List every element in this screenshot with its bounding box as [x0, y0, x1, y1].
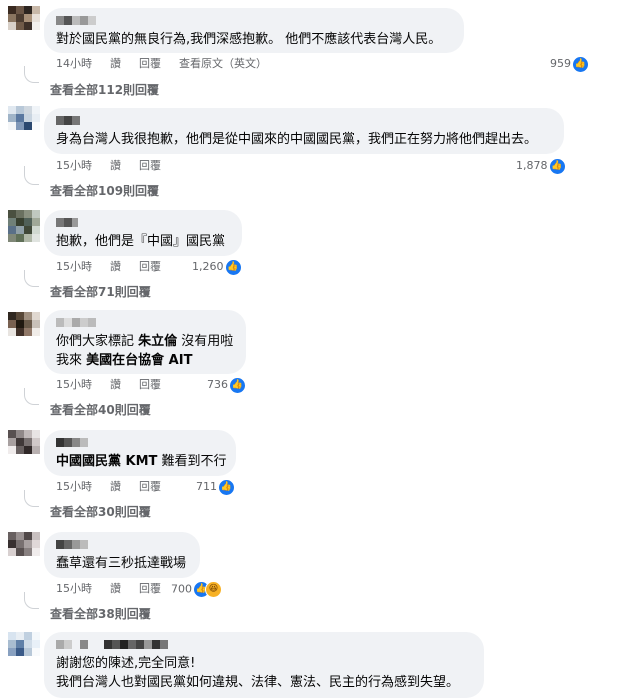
thread-connector [24, 592, 39, 609]
reply-button[interactable]: 回覆 [139, 57, 161, 70]
reaction-count[interactable]: 1,260 👍 [192, 259, 241, 275]
like-button[interactable]: 讚 [110, 480, 121, 493]
thread-connector [24, 388, 39, 405]
tagged-page[interactable]: 中國國民黨 KMT [56, 454, 157, 469]
comment-bubble: 你們大家標記 朱立倫 沒有用啦 我來 美國在台協會 AIT [44, 310, 246, 374]
avatar[interactable] [8, 532, 40, 564]
comment-bubble: 身為台灣人我很抱歉，他們是從中國來的中國國民黨，我們正在努力將他們趕出去。 [44, 108, 564, 154]
haha-icon: 😆 [205, 581, 222, 598]
comment-actions: 15小時 讚 回覆 [56, 479, 179, 495]
text: 難看到不行 [157, 454, 227, 469]
like-button[interactable]: 讚 [110, 378, 121, 391]
reply-button[interactable]: 回覆 [139, 480, 161, 493]
view-replies-link[interactable]: 查看全部109則回覆 [50, 183, 159, 199]
reaction-count[interactable]: 700 👍 😆 [171, 581, 222, 598]
like-button[interactable]: 讚 [110, 582, 121, 595]
view-replies-link[interactable]: 查看全部30則回覆 [50, 504, 151, 520]
view-replies-link[interactable]: 查看全部112則回覆 [50, 82, 159, 98]
comment-bubble: 蠢草還有三秒抵達戰場 [44, 532, 200, 578]
text: 你們大家標記 [56, 334, 139, 349]
like-icon: 👍 [219, 479, 234, 495]
reply-button[interactable]: 回覆 [139, 159, 161, 172]
comment-text-line-1: 謝謝您的陳述,完全同意! [56, 656, 196, 671]
timestamp[interactable]: 15小時 [56, 378, 92, 391]
comment-actions: 15小時 讚 回覆 [56, 581, 179, 597]
avatar[interactable] [8, 312, 40, 344]
avatar[interactable] [8, 430, 40, 462]
comment-text: 蠢草還有三秒抵達戰場 [56, 556, 187, 571]
avatar[interactable] [8, 210, 40, 242]
reaction-number: 711 [196, 480, 217, 493]
like-button[interactable]: 讚 [110, 260, 121, 273]
view-replies-link[interactable]: 查看全部40則回覆 [50, 402, 151, 418]
avatar[interactable] [8, 6, 40, 38]
timestamp[interactable]: 15小時 [56, 159, 92, 172]
avatar[interactable] [8, 106, 40, 138]
thread-connector [24, 66, 39, 83]
comment-text: 中國國民黨 KMT 難看到不行 [56, 452, 227, 471]
comment-actions: 15小時 讚 回覆 [56, 259, 179, 275]
like-button[interactable]: 讚 [110, 159, 121, 172]
comment-text-line-2: 我們台灣人也對國民黨如何違規、法律、憲法、民主的行為感到失望。 [56, 675, 460, 690]
reaction-number: 1,260 [192, 260, 224, 273]
tagged-page[interactable]: 美國在台協會 AIT [86, 353, 192, 368]
timestamp[interactable]: 15小時 [56, 582, 92, 595]
reply-button[interactable]: 回覆 [139, 582, 161, 595]
reaction-count[interactable]: 736 👍 [207, 377, 245, 393]
view-replies-link[interactable]: 查看全部38則回覆 [50, 606, 151, 622]
comment-actions: 14小時 讚 回覆 查看原文（英文） [56, 56, 285, 72]
timestamp[interactable]: 14小時 [56, 57, 92, 70]
tagged-user[interactable]: 朱立倫 [138, 334, 177, 349]
text: 我來 [56, 353, 87, 368]
comment-bubble: 謝謝您的陳述,完全同意! 我們台灣人也對國民黨如何違規、法律、憲法、民主的行為感… [44, 632, 484, 698]
thread-connector [24, 270, 39, 287]
reaction-number: 700 [171, 582, 192, 596]
comment-text-line-2: 我來 美國在台協會 AIT [56, 351, 192, 370]
thread-connector [24, 166, 39, 185]
reaction-count[interactable]: 959 👍 [550, 56, 588, 72]
reaction-number: 1,878 [516, 159, 548, 172]
reply-button[interactable]: 回覆 [139, 378, 161, 391]
comment-text: 抱歉，他們是『中國』國民黨 [56, 234, 226, 249]
comment-bubble: 抱歉，他們是『中國』國民黨 [44, 210, 242, 256]
comment-actions: 15小時 讚 回覆 [56, 158, 179, 174]
comment-text-line-1: 你們大家標記 朱立倫 沒有用啦 [56, 332, 233, 351]
thread-connector [24, 490, 39, 507]
view-replies-link[interactable]: 查看全部71則回覆 [50, 284, 151, 300]
like-icon: 👍 [573, 56, 588, 72]
like-icon: 👍 [225, 259, 241, 275]
comment-bubble: 對於國民黨的無良行為,我們深感抱歉。 他們不應該代表台灣人民。 [44, 8, 464, 53]
avatar[interactable] [8, 632, 40, 664]
timestamp[interactable]: 15小時 [56, 260, 92, 273]
comment-text: 身為台灣人我很抱歉，他們是從中國來的中國國民黨，我們正在努力將他們趕出去。 [56, 132, 538, 147]
reaction-count[interactable]: 711 👍 [196, 479, 234, 495]
see-original-link[interactable]: 查看原文（英文） [179, 57, 267, 70]
comment-bubble: 中國國民黨 KMT 難看到不行 [44, 430, 236, 476]
timestamp[interactable]: 15小時 [56, 480, 92, 493]
comment-actions: 15小時 讚 回覆 [56, 377, 179, 393]
like-icon: 👍 [549, 158, 565, 174]
reaction-number: 736 [207, 378, 228, 391]
like-icon: 👍 [230, 377, 245, 393]
like-button[interactable]: 讚 [110, 57, 121, 70]
reaction-number: 959 [550, 57, 571, 70]
comment-text: 對於國民黨的無良行為,我們深感抱歉。 他們不應該代表台灣人民。 [56, 32, 442, 47]
reply-button[interactable]: 回覆 [139, 260, 161, 273]
text: 沒有用啦 [177, 334, 234, 349]
reaction-count[interactable]: 1,878 👍 [516, 158, 565, 174]
